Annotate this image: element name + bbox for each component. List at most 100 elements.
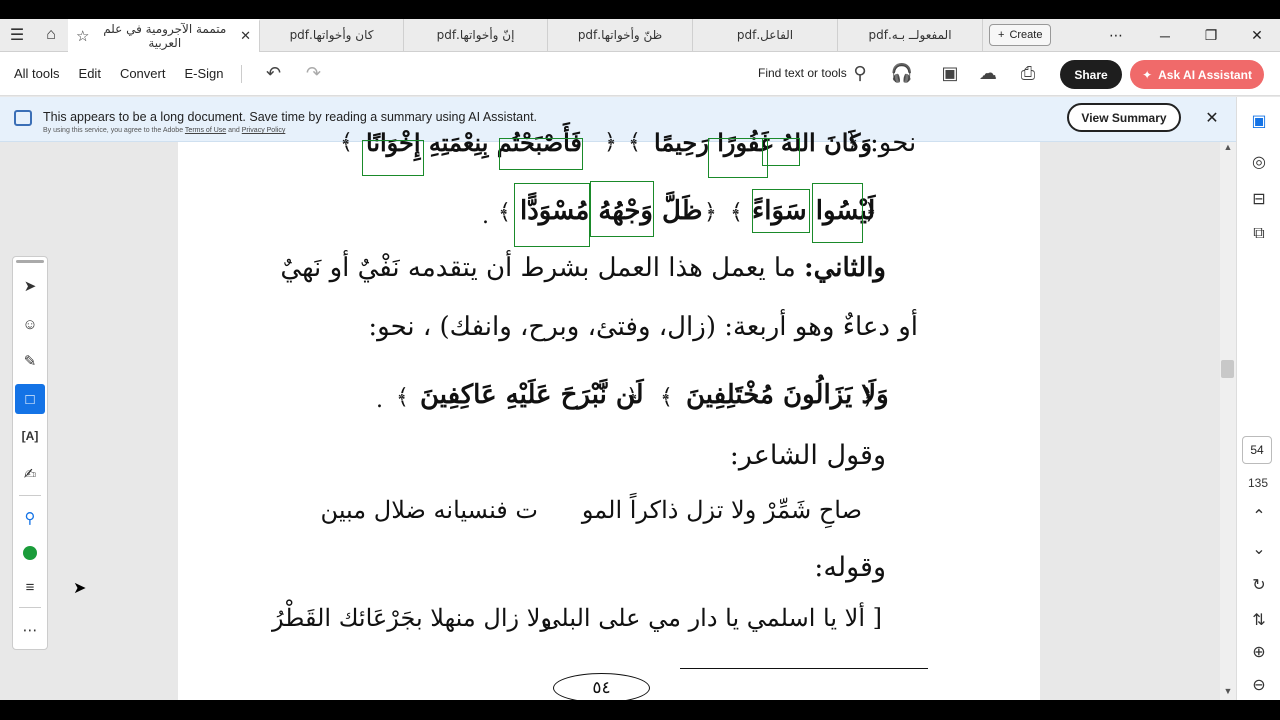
redo-icon[interactable]: ↷ <box>294 63 334 84</box>
highlight-box[interactable] <box>362 140 424 176</box>
cloud-upload-icon[interactable]: ☁ <box>968 63 1008 84</box>
banner-message: This appears to be a long document. Save… <box>43 110 538 124</box>
chevron-down-icon[interactable]: ⌄ <box>1237 539 1280 559</box>
create-button[interactable]: + Create <box>989 24 1052 46</box>
ornament-bracket: ﴿ <box>704 200 717 225</box>
undo-icon[interactable]: ↶ <box>254 63 294 84</box>
viewer-right-gutter <box>1040 142 1220 700</box>
footnote-divider <box>680 668 928 669</box>
bookmark-icon[interactable]: ⊟ <box>1237 189 1280 209</box>
doc-paragraph-line: وقول الشاعر: <box>729 440 886 471</box>
minimize-icon[interactable]: ─ <box>1142 19 1188 52</box>
ornament-bracket: ﴾ <box>340 130 353 155</box>
tab-document[interactable]: إنّ وأخواتها.pdf <box>404 18 548 52</box>
find-text-label[interactable]: Find text or tools <box>758 66 847 80</box>
page-number-badge: ٥٤ <box>553 673 650 703</box>
ask-ai-assistant-button[interactable]: ✦ Ask AI Assistant <box>1130 60 1264 89</box>
vertical-scrollbar[interactable] <box>1220 142 1236 700</box>
poem-hemistich: صاحِ شَمِّرْ ولا تزل ذاكراً المو <box>581 496 862 524</box>
chevron-up-icon[interactable]: ⌃ <box>1237 506 1280 526</box>
window-close-icon[interactable]: ✕ <box>1234 19 1280 52</box>
more-options-icon[interactable]: ⋯ <box>1093 19 1139 52</box>
esign-menu[interactable]: E-Sign <box>184 66 223 81</box>
ornament-bracket: ﴾ <box>730 200 743 225</box>
zoom-in-icon[interactable]: ⊕ <box>1237 642 1280 662</box>
highlight-box[interactable] <box>752 189 810 233</box>
home-icon[interactable]: ⌂ <box>34 19 68 52</box>
share-button[interactable]: Share <box>1060 60 1122 89</box>
ai-assistant-panel-icon[interactable]: ▣ <box>1237 111 1280 131</box>
screen-top-bar <box>0 0 1280 19</box>
doc-line1-prefix: نحو: <box>870 128 917 158</box>
ornament-bracket: ﴾ <box>660 385 673 410</box>
doc-verse: وَلَا يَزَالُونَ مُخْتَلِفِينَ <box>686 380 889 410</box>
color-picker-icon[interactable] <box>15 538 45 568</box>
highlight-box[interactable] <box>590 181 654 237</box>
tab-document[interactable]: كان وأخواتها.pdf <box>260 18 404 52</box>
text-recognition-icon[interactable]: [A] <box>15 421 45 451</box>
banner-close-icon[interactable]: ✕ <box>1200 106 1224 130</box>
page-number-input[interactable]: 54 <box>1242 436 1272 464</box>
doc-text: ما يعمل هذا العمل بشرط أن يتقدمه نَفْيٌ … <box>280 253 796 283</box>
toolbar-drag-handle[interactable] <box>16 260 44 263</box>
rectangle-shape-icon[interactable]: □ <box>15 384 45 414</box>
pages-icon[interactable]: ⧉ <box>1237 225 1280 243</box>
highlight-box[interactable] <box>812 183 863 243</box>
ai-summary-banner: This appears to be a long document. Save… <box>0 97 1236 142</box>
doc-period: . <box>482 204 489 229</box>
pin-icon[interactable]: ⚲ <box>15 503 45 533</box>
highlight-box[interactable] <box>708 138 768 178</box>
search-icon[interactable]: ⚲ <box>840 63 880 84</box>
tab-active-document[interactable]: ☆ متممة الآجرومية في علم العربية ✕ <box>68 18 260 52</box>
more-tools-icon[interactable]: ⋯ <box>15 615 45 645</box>
doc-paragraph-line: وقوله: <box>814 552 886 583</box>
doc-paragraph-line: أو دعاءٌ وهو أربعة: (زال، وفتئ، وبرح، وا… <box>368 312 918 342</box>
ai-sparkle-icon: ✦ <box>1142 67 1153 82</box>
all-tools-menu[interactable]: All tools <box>14 66 60 81</box>
print-icon[interactable]: ⎙ <box>1008 63 1048 84</box>
hamburger-icon[interactable]: ☰ <box>0 19 34 52</box>
highlight-pen-icon[interactable]: ✎ <box>15 346 45 376</box>
scrollbar-thumb[interactable] <box>1221 360 1234 378</box>
banner-legal-text: By using this service, you agree to the … <box>43 127 285 134</box>
create-label: Create <box>1009 29 1043 41</box>
privacy-policy-link[interactable]: Privacy Policy <box>242 127 286 134</box>
rotate-icon[interactable]: ↻ <box>1237 575 1280 595</box>
comment-icon[interactable]: ◎ <box>1237 152 1280 172</box>
edit-menu[interactable]: Edit <box>79 66 101 81</box>
save-icon[interactable]: ▣ <box>930 63 970 84</box>
tab-label: متممة الآجرومية في علم العربية <box>103 22 227 50</box>
mouse-pointer-icon: ➤ <box>73 580 87 597</box>
doc-heading-inline: والثاني: <box>804 253 886 283</box>
convert-menu[interactable]: Convert <box>120 66 166 81</box>
fit-page-icon[interactable]: ⇅ <box>1237 610 1280 630</box>
tab-document[interactable]: الفاعل.pdf <box>693 18 838 52</box>
view-summary-button[interactable]: View Summary <box>1067 103 1181 132</box>
highlight-box[interactable] <box>514 183 590 247</box>
close-icon[interactable]: ✕ <box>240 29 251 44</box>
terms-of-use-link[interactable]: Terms of Use <box>185 127 226 134</box>
restore-icon[interactable]: ❐ <box>1188 19 1234 52</box>
select-cursor-icon[interactable]: ➤ <box>15 271 45 301</box>
scroll-down-arrow-icon[interactable]: ▼ <box>1220 686 1236 700</box>
poem-hemistich: [ ألا يا اسلمي يا دار مي على البلى <box>541 604 882 632</box>
quick-tools-bar: ➤ ☺ ✎ □ [A] ✍ ⚲ ≡ ⋯ <box>12 256 48 650</box>
add-comment-icon[interactable]: ☺ <box>15 309 45 339</box>
draw-icon[interactable]: ✍ <box>15 459 45 489</box>
banner-legal-and: and <box>228 127 240 134</box>
line-weight-icon[interactable]: ≡ <box>15 572 45 602</box>
star-icon[interactable]: ☆ <box>76 27 89 45</box>
scroll-up-arrow-icon[interactable]: ▲ <box>1220 142 1236 156</box>
ornament-bracket: ﴾ <box>396 385 409 410</box>
ai-button-label: Ask AI Assistant <box>1158 67 1252 82</box>
tab-document[interactable]: المفعولــ بـه.pdf <box>838 18 983 52</box>
tool-divider <box>19 495 41 496</box>
page-total-count: 135 <box>1247 476 1269 490</box>
headphones-icon[interactable]: 🎧 <box>882 63 922 84</box>
poem-hemistich: ت فنسيانه ضلال مبين <box>320 496 538 524</box>
plus-icon: + <box>998 29 1005 41</box>
tab-document[interactable]: ظنّ وأخواتها.pdf <box>548 18 693 52</box>
zoom-out-icon[interactable]: ⊖ <box>1237 675 1280 695</box>
highlight-box[interactable] <box>499 138 583 170</box>
highlight-box[interactable] <box>762 138 800 166</box>
